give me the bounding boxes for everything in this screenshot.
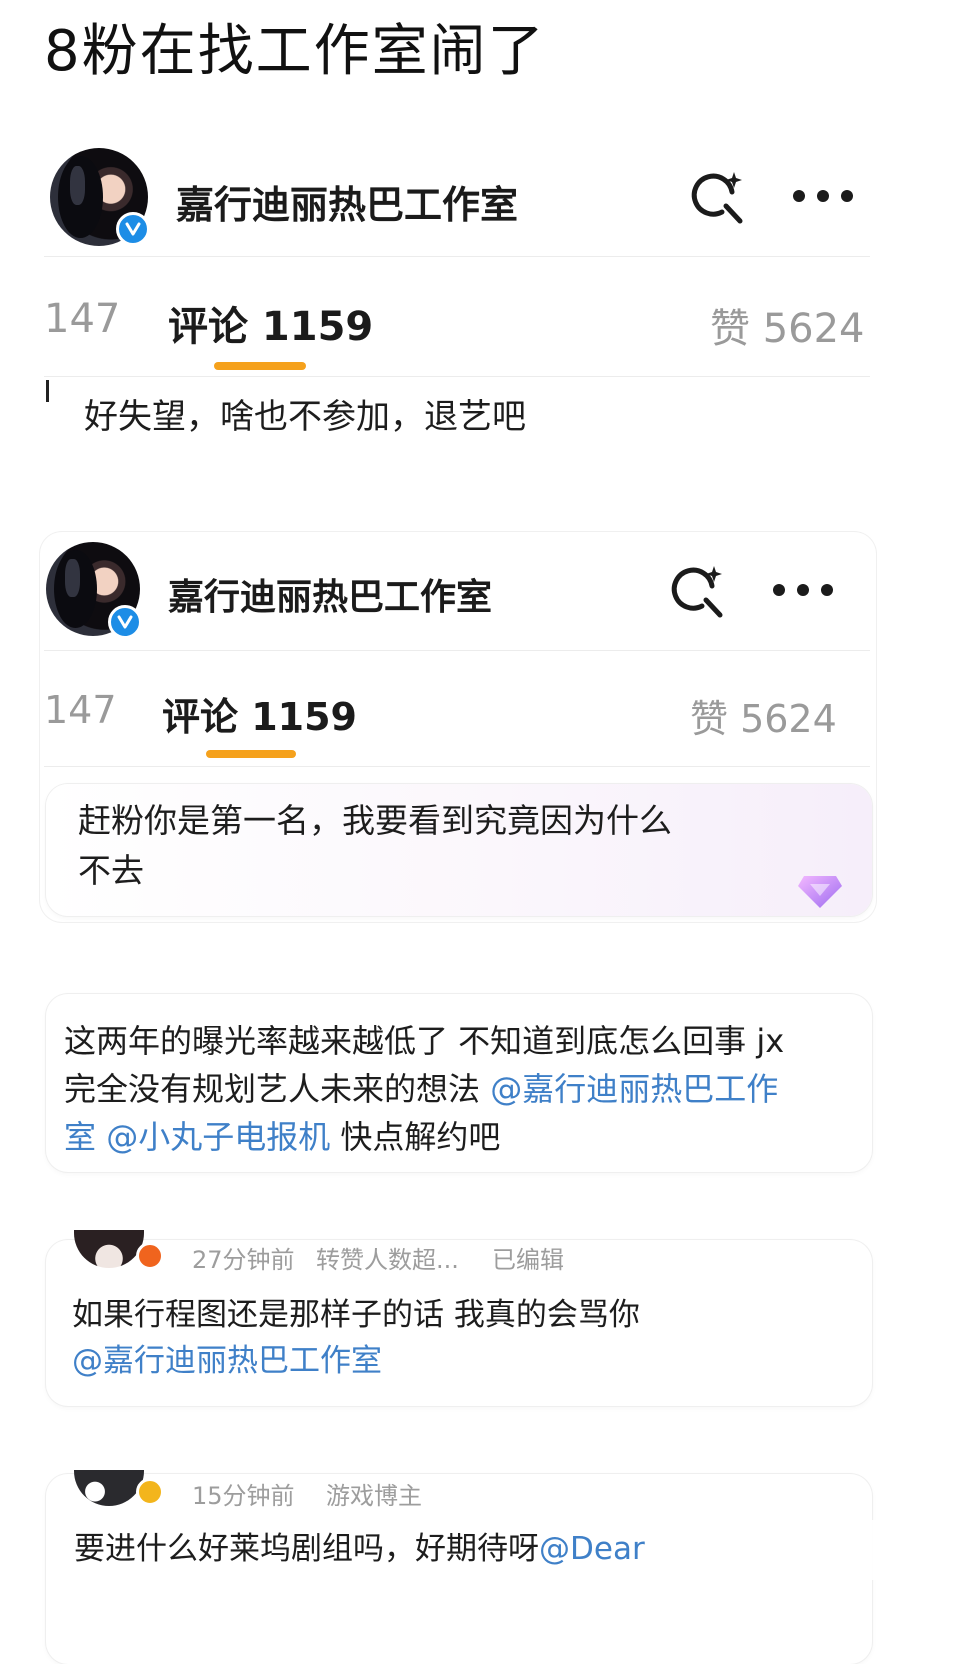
comment-text: 要进什么好莱坞剧组吗，好期待呀 <box>74 1531 539 1567</box>
divider <box>44 766 870 767</box>
mention-link[interactable]: @小丸子电报机 <box>106 1118 330 1156</box>
tab-active-indicator <box>214 362 306 370</box>
mention-link[interactable]: @Dear <box>539 1531 645 1567</box>
user-tag: 游戏博主 <box>326 1482 422 1510</box>
comment-time: 27分钟前 <box>192 1246 295 1274</box>
comment-text-line: 室 @小丸子电报机 快点解约吧 <box>64 1112 500 1162</box>
divider <box>44 256 870 257</box>
comment-text-line: 完全没有规划艺人未来的想法 @嘉行迪丽热巴工作 <box>64 1064 778 1114</box>
fade-overlay <box>700 1520 959 1580</box>
verified-icon <box>116 212 150 246</box>
page-title: 8粉在找工作室闹了 <box>44 19 546 84</box>
diamond-icon <box>796 870 844 910</box>
more-icon[interactable] <box>770 572 836 608</box>
tab-like[interactable]: 赞 5624 <box>710 296 865 354</box>
verified-icon <box>136 1242 164 1270</box>
comment-text-line: 赶粉你是第一名，我要看到究竟因为什么 <box>78 801 672 840</box>
comment-time: 15分钟前 <box>192 1482 295 1510</box>
comment-text-line: 要进什么好莱坞剧组吗，好期待呀@Dear <box>74 1524 645 1574</box>
comment-text: 快点解约吧 <box>330 1118 501 1156</box>
comment-text-line: 不去 <box>78 851 144 890</box>
studio-name[interactable]: 嘉行迪丽热巴工作室 <box>176 174 518 229</box>
comment-meta: 转赞人数超... <box>316 1246 459 1274</box>
divider <box>44 376 870 377</box>
tab-comment[interactable]: 评论 1159 <box>168 294 373 352</box>
comment-text: 完全没有规划艺人未来的想法 <box>64 1070 491 1108</box>
search-sparkle-icon[interactable] <box>686 166 750 230</box>
tab-repost[interactable]: 147 <box>44 296 120 342</box>
search-sparkle-icon[interactable] <box>666 560 730 624</box>
mention-link[interactable]: @嘉行迪丽热巴工作 <box>490 1070 778 1108</box>
comment-text-line: 这两年的曝光率越来越低了 不知道到底怎么回事 jx <box>64 1022 785 1060</box>
mention-link[interactable]: 室 <box>64 1118 96 1156</box>
more-icon[interactable] <box>790 178 856 214</box>
tab-like[interactable]: 赞 5624 <box>690 688 837 743</box>
tab-repost[interactable]: 147 <box>44 688 117 732</box>
scroll-edge <box>46 380 49 402</box>
studio-name[interactable]: 嘉行迪丽热巴工作室 <box>168 568 492 620</box>
divider <box>44 650 870 651</box>
comment-text-line: 如果行程图还是那样子的话 我真的会骂你 <box>72 1297 640 1333</box>
tab-comment[interactable]: 评论 1159 <box>162 686 357 741</box>
verified-icon <box>136 1478 164 1506</box>
verified-icon <box>108 605 142 639</box>
edited-label: 已编辑 <box>492 1246 564 1274</box>
mention-link[interactable]: @嘉行迪丽热巴工作室 <box>72 1336 382 1386</box>
comment-text: 好失望，啥也不参加，退艺吧 <box>84 397 526 437</box>
tab-active-indicator <box>206 750 296 758</box>
